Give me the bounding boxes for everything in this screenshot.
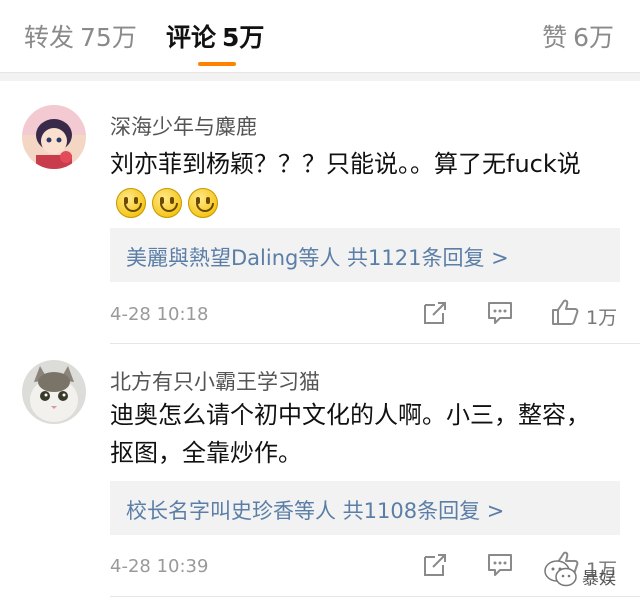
tab-comments-label: 评论 — [166, 23, 217, 52]
comment-text: 刘亦菲到杨颖？？？只能说。。算了无fuck说 — [110, 145, 610, 221]
replies-preview-text: 校长名字叫史珍香等人 共1108条回复 > — [126, 499, 505, 523]
watermark-text: 暴娱 — [582, 569, 616, 589]
tab-likes-label: 赞 — [542, 23, 568, 52]
comment-divider — [110, 343, 640, 344]
share-icon[interactable] — [421, 551, 449, 579]
avatar-cat-image — [22, 360, 86, 424]
active-tab-indicator — [198, 62, 236, 66]
reply-icon[interactable] — [486, 299, 514, 327]
comment-divider — [110, 596, 640, 597]
comment-timestamp: 4-28 10:18 — [110, 304, 209, 325]
thumbs-up-icon[interactable] — [550, 297, 580, 327]
watermark: 暴娱 — [538, 554, 630, 594]
reply-icon[interactable] — [486, 551, 514, 579]
comment-text: 迪奥怎么请个初中文化的人啊。小三，整容，抠图，全靠炒作。 — [110, 401, 590, 467]
tab-comments-count: 5万 — [222, 23, 265, 52]
comment-tabs: 转发 75万 评论 5万 赞 6万 — [0, 0, 640, 73]
avatar[interactable] — [22, 105, 86, 169]
replies-preview-link[interactable]: 美麗與熱望Daling等人 共1121条回复 > — [110, 228, 620, 282]
section-gap — [0, 73, 640, 81]
share-icon[interactable] — [421, 299, 449, 327]
tab-forward-count: 75万 — [80, 23, 137, 52]
avatar-anime-image — [22, 105, 86, 169]
comment-username[interactable]: 深海少年与麋鹿 — [110, 111, 257, 141]
replies-preview-link[interactable]: 校长名字叫史珍香等人 共1108条回复 > — [110, 481, 620, 535]
smile-emoji-icon — [152, 188, 182, 218]
comment-username[interactable]: 北方有只小霸王学习猫 — [110, 366, 320, 396]
replies-preview-text: 美麗與熱望Daling等人 共1121条回复 > — [126, 246, 509, 270]
tab-likes-count: 6万 — [573, 23, 614, 52]
wechat-logo-icon — [544, 560, 577, 587]
tab-comments[interactable]: 评论 5万 — [166, 18, 264, 54]
tab-forward-label: 转发 — [24, 23, 75, 52]
tab-likes[interactable]: 赞 6万 — [542, 18, 614, 54]
like-count: 1万 — [586, 307, 618, 329]
comment-text-content: 刘亦菲到杨颖？？？只能说。。算了无fuck说 — [110, 150, 581, 178]
comment-timestamp: 4-28 10:39 — [110, 556, 209, 577]
avatar[interactable] — [22, 360, 86, 424]
smile-emoji-icon — [188, 188, 218, 218]
smile-emoji-icon — [116, 188, 146, 218]
tab-forward[interactable]: 转发 75万 — [24, 18, 137, 54]
